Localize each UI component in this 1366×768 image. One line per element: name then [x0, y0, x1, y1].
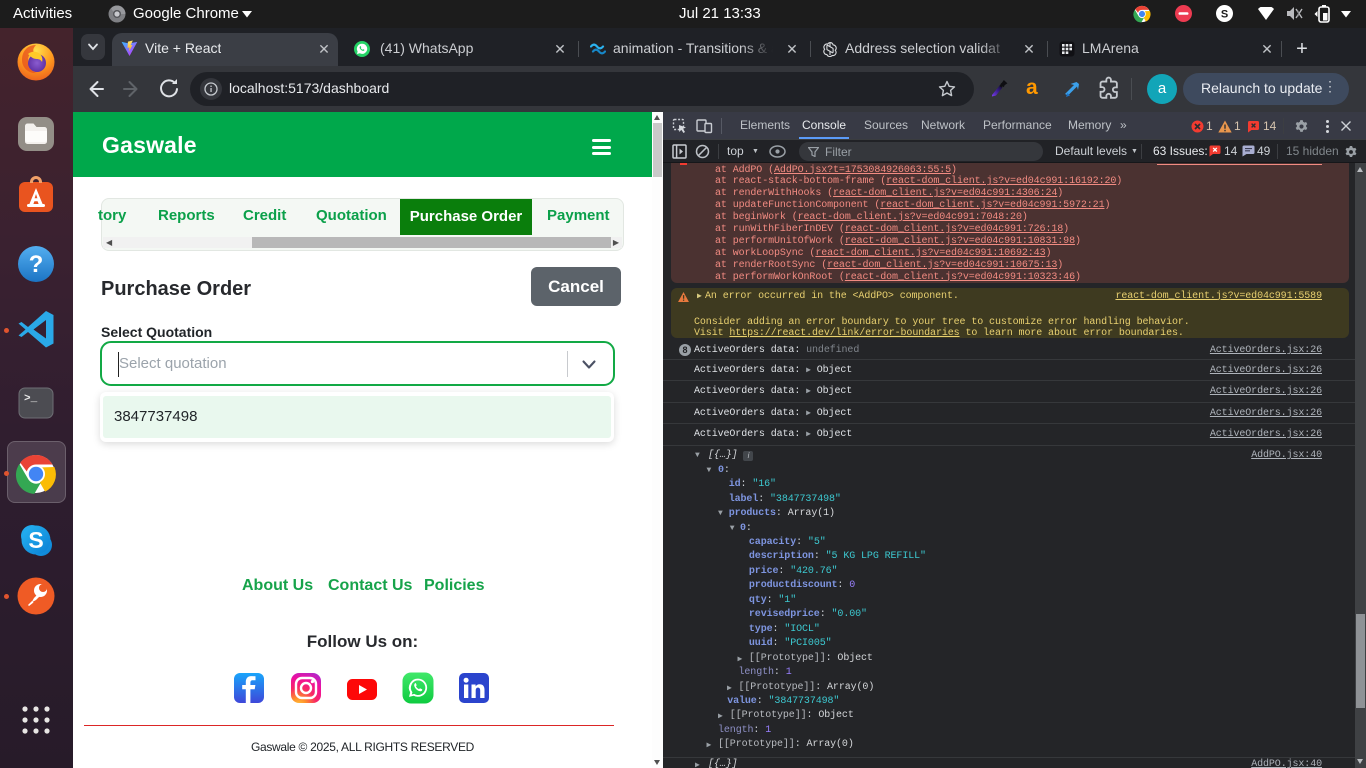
svg-text:?: ?	[29, 251, 44, 278]
svg-text:S: S	[1221, 9, 1228, 21]
svg-text:S: S	[28, 527, 43, 553]
svg-text:a: a	[1026, 76, 1038, 98]
svg-text:>_: >_	[24, 393, 38, 405]
